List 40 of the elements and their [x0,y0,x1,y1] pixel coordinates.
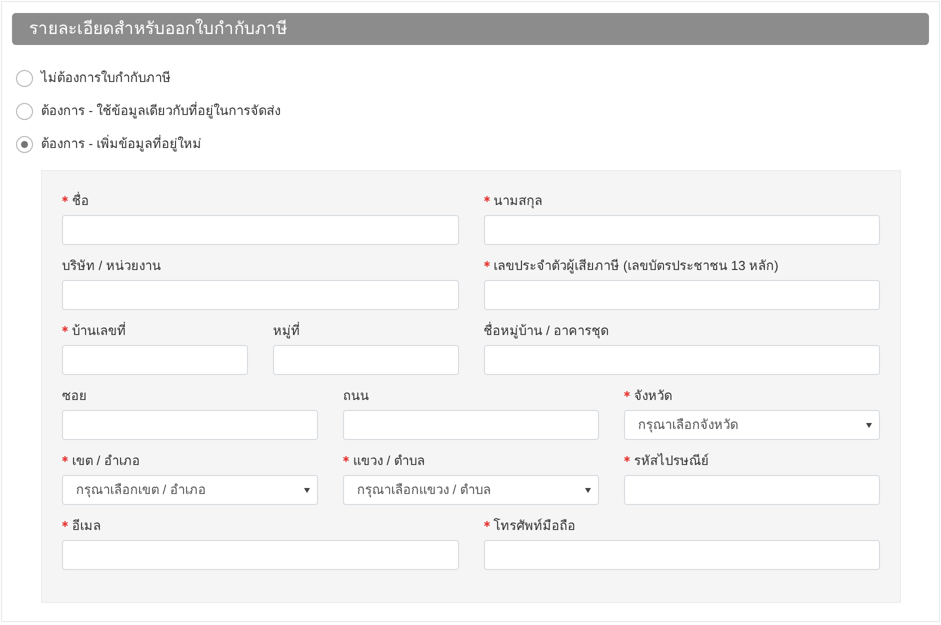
input-field[interactable] [62,540,458,570]
field-label: แขวง / ตำบล [353,452,425,470]
field-label: จังหวัด [634,387,672,405]
input-field[interactable] [62,345,248,375]
field-label: หมู่ที่ [272,321,300,340]
radio-button[interactable] [16,102,33,120]
input-field[interactable] [484,215,880,245]
field-label: บ้านเลขที่ [72,321,126,340]
input-field[interactable] [343,410,599,440]
field-label: เขต / อำเภอ [72,452,140,470]
field-label: โทรศัพท์มือถือ [494,517,576,535]
field-label: รหัสไปรษณีย์ [634,452,709,470]
select-field[interactable]: กรุณาเลือกเขต / อำเภอ [62,475,318,505]
input-field[interactable] [272,345,458,375]
input-field[interactable] [62,215,458,245]
field-label: ถนน [343,387,369,405]
input-field[interactable] [62,410,318,440]
radio-label: ไม่ต้องการใบกำกับภาษี [41,69,171,88]
field-label: บริษัท / หน่วยงาน [62,257,161,275]
radio-button[interactable] [16,136,33,152]
input-field[interactable] [624,475,880,505]
field-label: ชื่อหมู่บ้าน / อาคารชุด [484,321,608,340]
field-label: ซอย [62,387,87,405]
radio-label: ต้องการ - เพิ่มข้อมูลที่อยู่ใหม่ [41,134,202,154]
caret-icon [304,488,310,492]
caret-icon [866,422,872,428]
input-field[interactable] [484,280,880,310]
select-field[interactable]: กรุณาเลือกจังหวัด [624,410,880,440]
input-field[interactable] [484,540,880,570]
input-field[interactable] [62,280,458,310]
radio-button[interactable] [16,70,33,86]
section-title: รายละเอียดสำหรับออกใบกำกับภาษี [29,18,287,40]
field-label: อีเมล [72,517,101,535]
field-label: นามสกุล [494,192,542,210]
radio-label: ต้องการ - ใช้ข้อมูลเดียวกับที่อยู่ในการจัดส่ง [41,101,281,120]
field-label: ชื่อ [72,191,89,210]
input-field[interactable] [484,345,880,375]
field-label: เลขประจำตัวผู้เสียภาษี (เลขบัตรประชาชน 13 หลัก) [494,257,778,276]
caret-icon [585,488,591,492]
select-field[interactable]: กรุณาเลือกแขวง / ตำบล [343,475,599,505]
